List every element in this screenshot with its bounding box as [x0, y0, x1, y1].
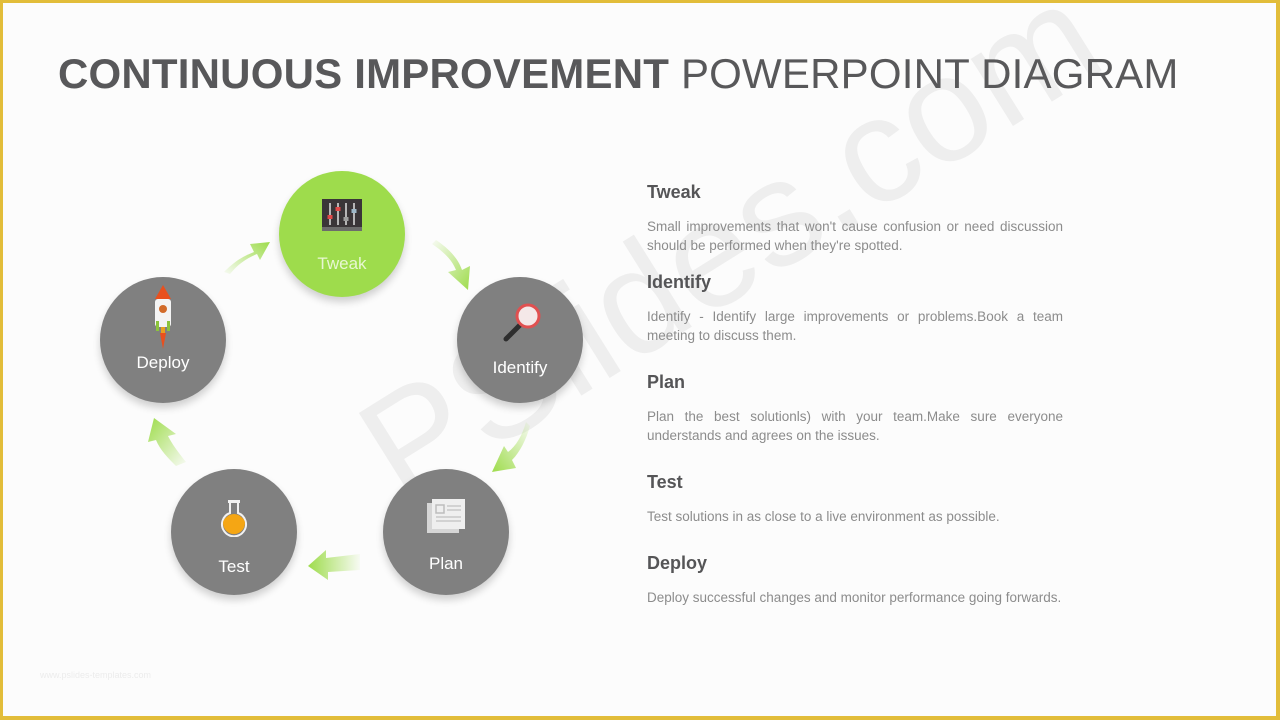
description-text: Small improvements that won't cause conf… [647, 219, 1063, 253]
rocket-icon [155, 285, 171, 349]
arrow-deploy-to-tweak [224, 242, 270, 274]
description-test: Test Test solutions in as close to a liv… [647, 472, 1063, 526]
node-tweak[interactable]: Tweak [279, 171, 405, 297]
description-text: Identify - Identify large improvements o… [647, 309, 1063, 343]
node-plan[interactable]: Plan [383, 469, 509, 595]
description-heading: Tweak [647, 182, 701, 202]
node-label: Deploy [136, 353, 190, 372]
magnifier-icon [503, 303, 541, 342]
title-bold: CONTINUOUS IMPROVEMENT [58, 50, 670, 97]
arrow-identify-to-plan [492, 422, 530, 472]
description-plan: Plan Plan the best solutionls) with your… [647, 372, 1063, 445]
description-deploy: Deploy Deploy successful changes and mon… [647, 553, 1107, 607]
sliders-icon [322, 199, 362, 231]
node-label: Test [218, 557, 250, 576]
description-tweak: Tweak Small improvements that won't caus… [647, 182, 1063, 255]
description-heading: Test [647, 472, 683, 492]
description-text: Plan the best solutionls) with your team… [647, 409, 1063, 443]
description-text: Deploy successful changes and monitor pe… [647, 590, 1062, 605]
slide-title: CONTINUOUS IMPROVEMENT POWERPOINT DIAGRA… [58, 50, 1179, 98]
description-identify: Identify Identify - Identify large impro… [647, 272, 1063, 345]
node-test[interactable]: Test [171, 469, 297, 595]
document-icon [427, 499, 465, 533]
description-heading: Deploy [647, 553, 708, 573]
node-deploy[interactable]: Deploy [100, 277, 226, 403]
node-label: Identify [492, 358, 548, 377]
node-identify[interactable]: Identify [457, 277, 583, 403]
description-heading: Identify [647, 272, 712, 292]
description-heading: Plan [647, 372, 686, 392]
flask-icon [221, 500, 247, 537]
title-light: POWERPOINT DIAGRAM [680, 50, 1179, 97]
arrow-tweak-to-identify [432, 240, 470, 290]
arrow-test-to-deploy [148, 418, 186, 466]
description-text: Test solutions in as close to a live env… [647, 509, 1000, 524]
node-label: Plan [428, 554, 464, 573]
footer-watermark: www.pslides-templates.com [40, 670, 152, 680]
arrow-plan-to-test [308, 550, 360, 580]
node-label: Tweak [317, 254, 367, 273]
